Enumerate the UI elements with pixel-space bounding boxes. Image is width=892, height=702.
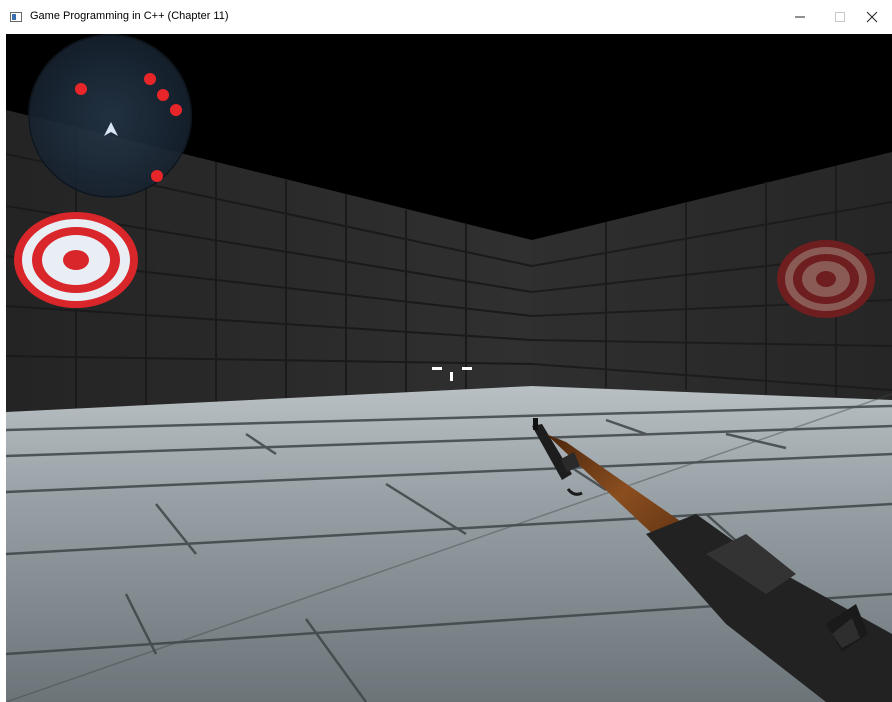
window-title: Game Programming in C++ (Chapter 11) (30, 10, 229, 22)
close-button[interactable] (852, 0, 892, 34)
game-window: Game Programming in C++ (Chapter 11) (0, 0, 892, 702)
target-right[interactable] (777, 240, 875, 318)
title-bar[interactable]: Game Programming in C++ (Chapter 11) (0, 0, 892, 34)
target-left[interactable] (14, 212, 138, 308)
game-viewport[interactable] (6, 34, 892, 702)
close-icon (866, 11, 878, 23)
floor (6, 386, 892, 702)
app-window-icon (10, 12, 22, 22)
minimize-icon (795, 16, 805, 18)
maximize-icon (835, 12, 845, 22)
minimize-button[interactable] (780, 0, 820, 34)
game-scene (6, 34, 892, 702)
